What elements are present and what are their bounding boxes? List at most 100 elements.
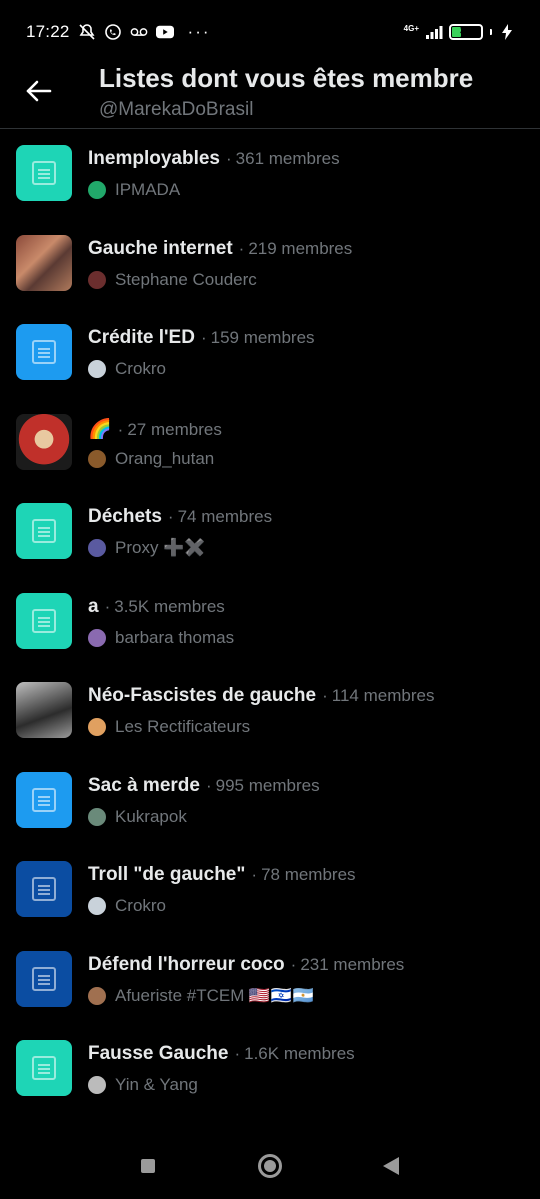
- list-name: 🌈: [88, 418, 112, 440]
- battery-icon: 31: [449, 24, 483, 40]
- list-thumbnail: [16, 771, 72, 828]
- list-title-line: Défend l'horreur coco · 231 membres: [88, 954, 404, 976]
- list-title-line: Crédite l'ED · 159 membres: [88, 327, 315, 349]
- list-name: a: [88, 595, 99, 617]
- list-icon: [32, 161, 56, 185]
- list-icon: [32, 1056, 56, 1080]
- list-thumbnail: [16, 413, 72, 470]
- list-item[interactable]: Gauche internet · 219 membres Stephane Coud…: [0, 219, 540, 309]
- member-count: 114 membres: [331, 686, 435, 705]
- status-right: 4G+ 31: [404, 23, 516, 41]
- list-item[interactable]: Défend l'horreur coco · 231 membres Afueris…: [0, 935, 540, 1025]
- list-owner: Les Rectificateurs: [88, 717, 250, 737]
- list-item[interactable]: Troll "de gauche" · 78 membres Crokro: [0, 845, 540, 935]
- avatar: [88, 1076, 106, 1094]
- battery-tip: [490, 29, 492, 35]
- owner-name: Yin & Yang: [115, 1075, 198, 1094]
- page-subtitle: @MarekaDoBrasil: [99, 99, 254, 120]
- separator-dot: ·: [117, 419, 124, 439]
- separator-dot: ·: [234, 1044, 241, 1063]
- avatar: [88, 986, 106, 1005]
- separator-dot: ·: [205, 775, 212, 795]
- list-owner: Stephane Couderc: [88, 270, 257, 290]
- arrow-left-icon: [26, 80, 52, 102]
- list-owner: IPMADA: [88, 180, 180, 200]
- home-button[interactable]: [253, 1149, 287, 1183]
- list-item[interactable]: a · 3.5K membres barbara thomas: [0, 577, 540, 667]
- list-item[interactable]: Néo-Fascistes de gauche · 114 membres Les R…: [0, 666, 540, 756]
- member-count: 159 membres: [210, 328, 315, 347]
- list-name: Déchets: [88, 506, 162, 527]
- nav-back-button[interactable]: [374, 1149, 408, 1183]
- owner-name: IPMADA: [115, 180, 181, 199]
- list-name: Gauche internet: [88, 237, 233, 259]
- list-icon: [32, 966, 56, 991]
- member-count: 78 membres: [261, 865, 356, 884]
- list-owner: Orang_hutan: [88, 449, 214, 469]
- list-item[interactable]: Sac à merde · 995 membres Kukrapok: [0, 756, 540, 846]
- back-button[interactable]: [22, 74, 56, 108]
- signal-icon: [425, 23, 443, 41]
- list-name: Défend l'horreur coco: [88, 953, 285, 975]
- list-icon: [32, 877, 56, 901]
- separator-dot: ·: [290, 954, 297, 974]
- list-item[interactable]: 🌈 · 27 membres Orang_hutan: [0, 398, 540, 488]
- avatar: [88, 628, 106, 647]
- charging-icon: [498, 23, 516, 41]
- avatar: [88, 807, 106, 826]
- owner-name: Afueriste #TCEM: [115, 985, 245, 1005]
- owner-name: Proxy ➕✖️: [115, 538, 206, 557]
- list-icon: [32, 519, 56, 543]
- page-header: Listes dont vous êtes membre @MarekaDoBr…: [0, 63, 540, 129]
- list-title-line: Troll "de gauche" · 78 membres: [88, 864, 356, 886]
- list-thumbnail: [16, 682, 72, 738]
- member-count: 1.6K membres: [244, 1044, 355, 1063]
- network-type: 4G+: [403, 24, 419, 33]
- owner-name: Crokro: [115, 359, 167, 378]
- list-item[interactable]: Inemployables · 361 membres IPMADA: [0, 129, 540, 219]
- list-name: Fausse Gauche: [88, 1043, 229, 1064]
- status-bar: 17:22 ··· 4G+ 31: [0, 0, 540, 64]
- list-thumbnail: [16, 592, 72, 649]
- owner-flags: 🇺🇸🇮🇱🇦🇷: [248, 985, 315, 1005]
- list-owner: barbara thomas: [88, 628, 234, 648]
- voicemail-icon: [130, 23, 148, 41]
- list-title-line: Fausse Gauche · 1.6K membres: [88, 1043, 355, 1065]
- separator-dot: ·: [226, 149, 232, 168]
- list-icon: [32, 608, 56, 633]
- separator-dot: ·: [200, 328, 207, 347]
- list-thumbnail: [16, 324, 72, 380]
- recents-button[interactable]: [131, 1149, 165, 1183]
- mute-icon: [78, 23, 96, 41]
- list-title-line: Déchets · 74 membres: [88, 506, 272, 528]
- list-thumbnail: [16, 1040, 72, 1096]
- member-count: 74 membres: [177, 507, 273, 526]
- list-thumbnail: [16, 861, 72, 917]
- owner-name: Kukrapok: [115, 806, 187, 826]
- list-owner: Yin & Yang: [88, 1075, 198, 1095]
- list-name: Crédite l'ED: [88, 327, 195, 348]
- list-item[interactable]: Crédite l'ED · 159 membres Crokro: [0, 308, 540, 398]
- list-thumbnail: [16, 503, 72, 559]
- more-notifications-icon: ···: [187, 22, 211, 41]
- list-thumbnail: [16, 950, 72, 1007]
- owner-name: Crokro: [115, 896, 167, 915]
- owner-name: Les Rectificateurs: [115, 717, 251, 736]
- list-owner: Crokro: [88, 359, 166, 379]
- list-item[interactable]: Déchets · 74 membres Proxy ➕✖️: [0, 487, 540, 577]
- list-name: Inemployables: [88, 148, 220, 169]
- list-owner: Crokro: [88, 896, 166, 916]
- avatar: [88, 270, 106, 289]
- member-count: 995 membres: [215, 775, 320, 795]
- member-count: 27 membres: [127, 419, 222, 439]
- separator-dot: ·: [238, 238, 245, 258]
- list-title-line: Sac à merde · 995 membres: [88, 775, 320, 797]
- list-title-line: Inemployables · 361 membres: [88, 148, 340, 170]
- list-owner: Proxy ➕✖️: [88, 538, 206, 558]
- member-count: 3.5K membres: [114, 596, 225, 616]
- list-name: Néo-Fascistes de gauche: [88, 685, 317, 706]
- battery-percent: 31: [459, 25, 473, 37]
- separator-dot: ·: [322, 686, 328, 705]
- list-item[interactable]: Fausse Gauche · 1.6K membres Yin & Yang: [0, 1024, 540, 1114]
- member-count: 231 membres: [300, 954, 405, 974]
